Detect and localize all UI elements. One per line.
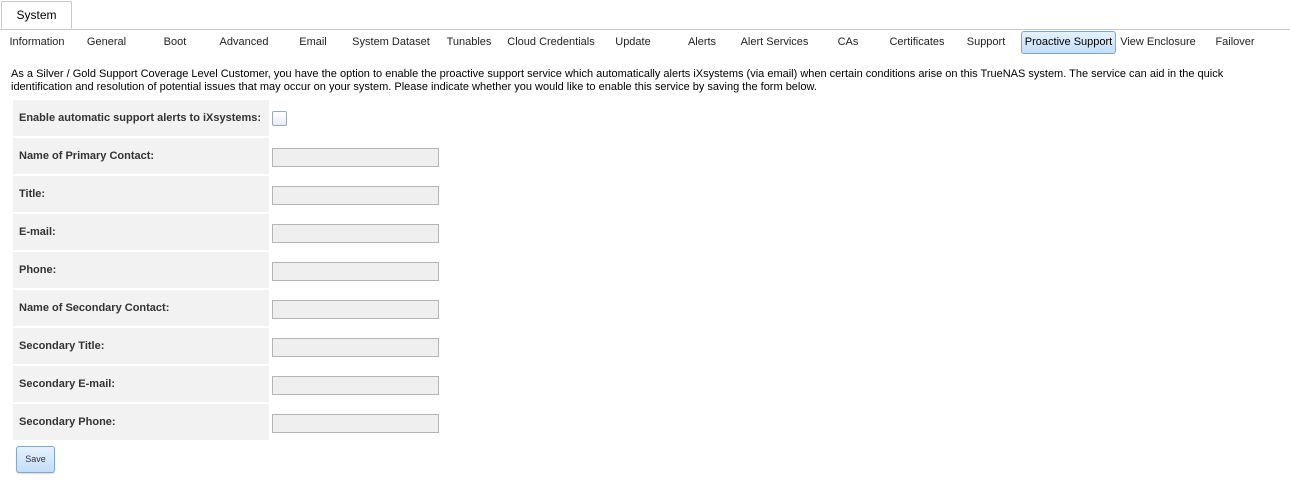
secondary-title-field[interactable] xyxy=(272,338,439,357)
subtab-update[interactable]: Update xyxy=(611,31,655,54)
field-label: Secondary E-mail: xyxy=(19,378,115,390)
form-row-secondary-title: Secondary Title: xyxy=(13,328,269,364)
secondary-phone-field[interactable] xyxy=(272,414,439,433)
save-button[interactable]: Save xyxy=(16,446,55,473)
form-row-secondary-email: Secondary E-mail: xyxy=(13,366,269,402)
form-row-primary-contact: Name of Primary Contact: xyxy=(13,138,269,174)
field-label: Name of Primary Contact: xyxy=(19,150,155,162)
enable-alerts-label: Enable automatic support alerts to iXsys… xyxy=(19,112,262,124)
email-field[interactable] xyxy=(272,224,439,243)
field-label: E-mail: xyxy=(19,226,56,238)
subtab-boot[interactable]: Boot xyxy=(158,31,192,54)
secondary-email-field[interactable] xyxy=(272,376,439,395)
field-label: Secondary Phone: xyxy=(19,416,116,428)
enable-alerts-checkbox[interactable] xyxy=(272,111,287,126)
subtab-alerts[interactable]: Alerts xyxy=(684,31,720,54)
subtab-system-dataset[interactable]: System Dataset xyxy=(348,31,434,54)
form-row-secondary-contact: Name of Secondary Contact: xyxy=(13,290,269,326)
subtab-alert-services[interactable]: Alert Services xyxy=(737,31,812,54)
field-label: Phone: xyxy=(19,264,57,276)
form-row-secondary-phone: Secondary Phone: xyxy=(13,404,269,440)
subtab-view-enclosure[interactable]: View Enclosure xyxy=(1118,31,1198,54)
subtab-proactive-support[interactable]: Proactive Support xyxy=(1021,31,1116,54)
secondary-contact-name-field[interactable] xyxy=(272,300,439,319)
subtab-certificates[interactable]: Certificates xyxy=(885,31,949,54)
top-tab-bar: System xyxy=(0,0,1290,30)
intro-text: As a Silver / Gold Support Coverage Leve… xyxy=(11,68,1224,93)
subtab-cloud-credentials[interactable]: Cloud Credentials xyxy=(503,31,599,54)
subtab-failover[interactable]: Failover xyxy=(1212,31,1258,54)
phone-field[interactable] xyxy=(272,262,439,281)
field-label: Name of Secondary Contact: xyxy=(19,302,170,314)
tab-system[interactable]: System xyxy=(1,1,72,29)
primary-contact-name-field[interactable] xyxy=(272,148,439,167)
subtab-general[interactable]: General xyxy=(82,31,131,54)
form-row-title: Title: xyxy=(13,176,269,212)
title-field[interactable] xyxy=(272,186,439,205)
form-row-enable: Enable automatic support alerts to iXsys… xyxy=(13,100,269,136)
subtab-information[interactable]: Information xyxy=(5,31,69,54)
subtab-support[interactable]: Support xyxy=(962,31,1010,54)
subtab-email[interactable]: Email xyxy=(295,31,331,54)
subtab-advanced[interactable]: Advanced xyxy=(215,31,273,54)
form-row-email: E-mail: xyxy=(13,214,269,250)
subtab-cas[interactable]: CAs xyxy=(833,31,863,54)
subtab-tunables[interactable]: Tunables xyxy=(443,31,495,54)
field-label: Secondary Title: xyxy=(19,340,105,352)
form-row-phone: Phone: xyxy=(13,252,269,288)
sub-tab-bar: Information General Boot Advanced Email … xyxy=(0,30,1290,56)
field-label: Title: xyxy=(19,188,46,200)
